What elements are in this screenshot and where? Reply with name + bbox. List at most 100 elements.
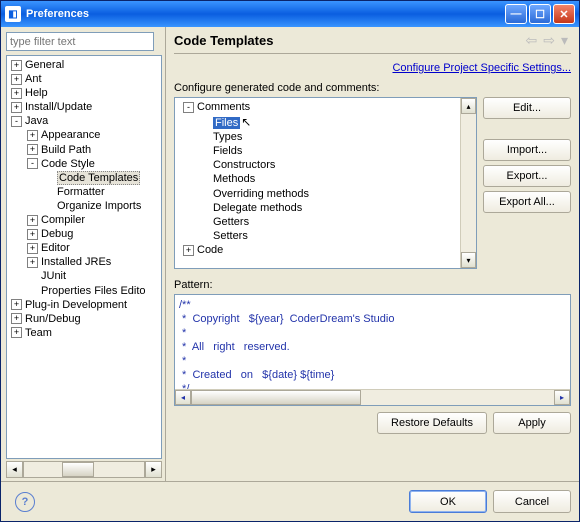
expand-icon[interactable]: + — [11, 313, 22, 324]
tree-node[interactable]: +Plug-in Development — [7, 298, 161, 312]
tree-node[interactable]: Files↖ — [175, 114, 476, 130]
close-button[interactable]: ✕ — [553, 4, 575, 24]
tree-label: Installed JREs — [41, 256, 111, 268]
pattern-textarea[interactable]: /** * Copyright ${year} CoderDream's Stu… — [174, 294, 571, 406]
tree-label: Compiler — [41, 214, 85, 226]
nav-back-icon[interactable]: ⇦ — [523, 32, 541, 49]
config-label: Configure generated code and comments: — [174, 82, 571, 94]
tree-node[interactable]: +Help — [7, 86, 161, 100]
mouse-cursor-icon: ↖ — [241, 115, 251, 129]
import-button[interactable]: Import... — [483, 139, 571, 161]
expand-icon[interactable]: + — [27, 257, 38, 268]
window-title: Preferences — [26, 8, 89, 20]
tree-label: Debug — [41, 228, 73, 240]
tree-label: Run/Debug — [25, 313, 81, 325]
expand-icon[interactable]: + — [27, 243, 38, 254]
tree-node[interactable]: +Compiler — [7, 213, 161, 227]
tree-node[interactable]: +Appearance — [7, 128, 161, 142]
tree-label: Methods — [213, 174, 255, 186]
tree-node[interactable]: Methods — [175, 172, 476, 186]
expand-icon[interactable]: + — [11, 74, 22, 85]
scroll-left-button[interactable]: ◂ — [6, 461, 23, 478]
tree-label: Types — [213, 131, 242, 143]
pattern-label: Pattern: — [174, 279, 571, 291]
tree-label: General — [25, 59, 64, 71]
scroll-thumb[interactable] — [62, 462, 94, 477]
collapse-icon[interactable]: - — [183, 102, 194, 113]
tree-node[interactable]: +Code — [175, 243, 476, 257]
tree-node[interactable]: -Comments — [175, 100, 476, 114]
tree-node[interactable]: +Editor — [7, 241, 161, 255]
tree-node[interactable]: +Install/Update — [7, 100, 161, 114]
scroll-track[interactable] — [23, 461, 145, 478]
pattern-content: /** * Copyright ${year} CoderDream's Stu… — [179, 299, 394, 395]
tree-node[interactable]: Formatter — [7, 185, 161, 199]
tree-label: Ant — [25, 73, 42, 85]
restore-defaults-button[interactable]: Restore Defaults — [377, 412, 487, 434]
project-settings-link[interactable]: Configure Project Specific Settings... — [174, 62, 571, 74]
tree-label: Properties Files Edito — [41, 285, 146, 297]
tree-label: Build Path — [41, 144, 91, 156]
tree-node[interactable]: +Build Path — [7, 143, 161, 157]
tree-node[interactable]: -Code Style — [7, 157, 161, 171]
expand-icon[interactable]: + — [27, 229, 38, 240]
pattern-hscroll[interactable]: ◂▸ — [175, 389, 570, 405]
tree-node[interactable]: +Run/Debug — [7, 312, 161, 326]
collapse-icon[interactable]: - — [11, 116, 22, 127]
tree-label: Setters — [213, 230, 248, 242]
help-button[interactable]: ? — [15, 492, 35, 512]
tree-node[interactable]: Getters — [175, 215, 476, 229]
expand-icon[interactable]: + — [27, 215, 38, 226]
expand-icon[interactable]: + — [11, 60, 22, 71]
preferences-tree[interactable]: +General+Ant+Help+Install/Update-Java+Ap… — [6, 55, 162, 459]
ok-button[interactable]: OK — [409, 490, 487, 513]
code-templates-tree[interactable]: -CommentsFiles↖Types FieldsConstructors Me… — [174, 97, 477, 269]
tree-label: Code — [197, 244, 223, 256]
tree-label: Fields — [213, 145, 242, 157]
edit-button[interactable]: Edit... — [483, 97, 571, 119]
tree-label: Formatter — [57, 186, 105, 198]
collapse-icon[interactable]: - — [27, 158, 38, 169]
tree-node[interactable]: Code Templates — [7, 171, 161, 185]
tree-node[interactable]: Constructors — [175, 158, 476, 172]
export-all-button[interactable]: Export All... — [483, 191, 571, 213]
expand-icon[interactable]: + — [27, 130, 38, 141]
tree-node[interactable]: -Java — [7, 114, 161, 128]
tree-node[interactable]: +Installed JREs — [7, 255, 161, 269]
tree-node[interactable]: JUnit — [7, 269, 161, 283]
expand-icon[interactable]: + — [11, 102, 22, 113]
tree-label: Delegate methods — [213, 202, 302, 214]
tree-label: Comments — [197, 101, 250, 113]
expand-icon[interactable]: + — [11, 327, 22, 338]
export-button[interactable]: Export... — [483, 165, 571, 187]
titlebar[interactable]: ◧ Preferences — ☐ ✕ — [1, 1, 579, 27]
tree-node[interactable]: +Ant — [7, 72, 161, 86]
tree-node[interactable]: Organize Imports — [7, 199, 161, 213]
tree-node[interactable]: Fields — [175, 144, 476, 158]
expand-icon[interactable]: + — [183, 245, 194, 256]
cfg-vscroll[interactable]: ▴▾ — [460, 98, 476, 268]
tree-node[interactable]: +Team — [7, 326, 161, 340]
preferences-window: ◧ Preferences — ☐ ✕ +General+Ant+Help+In… — [0, 0, 580, 522]
expand-icon[interactable]: + — [11, 299, 22, 310]
apply-button[interactable]: Apply — [493, 412, 571, 434]
tree-node[interactable]: +Debug — [7, 227, 161, 241]
tree-node[interactable]: Delegate methods — [175, 201, 476, 215]
tree-label: Code Style — [41, 158, 95, 170]
expand-icon[interactable]: + — [27, 144, 38, 155]
tree-node[interactable]: +General — [7, 58, 161, 72]
tree-node[interactable]: Setters — [175, 229, 476, 243]
tree-hscroll[interactable]: ◂ ▸ — [6, 461, 162, 478]
tree-label: Team — [25, 327, 52, 339]
expand-icon[interactable]: + — [11, 88, 22, 99]
tree-node[interactable]: Overriding methods — [175, 187, 476, 201]
nav-forward-icon[interactable]: ⇨ — [540, 32, 558, 49]
filter-input[interactable] — [6, 32, 154, 51]
maximize-button[interactable]: ☐ — [529, 4, 551, 24]
scroll-right-button[interactable]: ▸ — [145, 461, 162, 478]
nav-menu-icon[interactable]: ▾ — [558, 32, 571, 49]
tree-node[interactable]: Properties Files Edito — [7, 284, 161, 298]
cancel-button[interactable]: Cancel — [493, 490, 571, 513]
tree-node[interactable]: Types — [175, 130, 476, 144]
minimize-button[interactable]: — — [505, 4, 527, 24]
